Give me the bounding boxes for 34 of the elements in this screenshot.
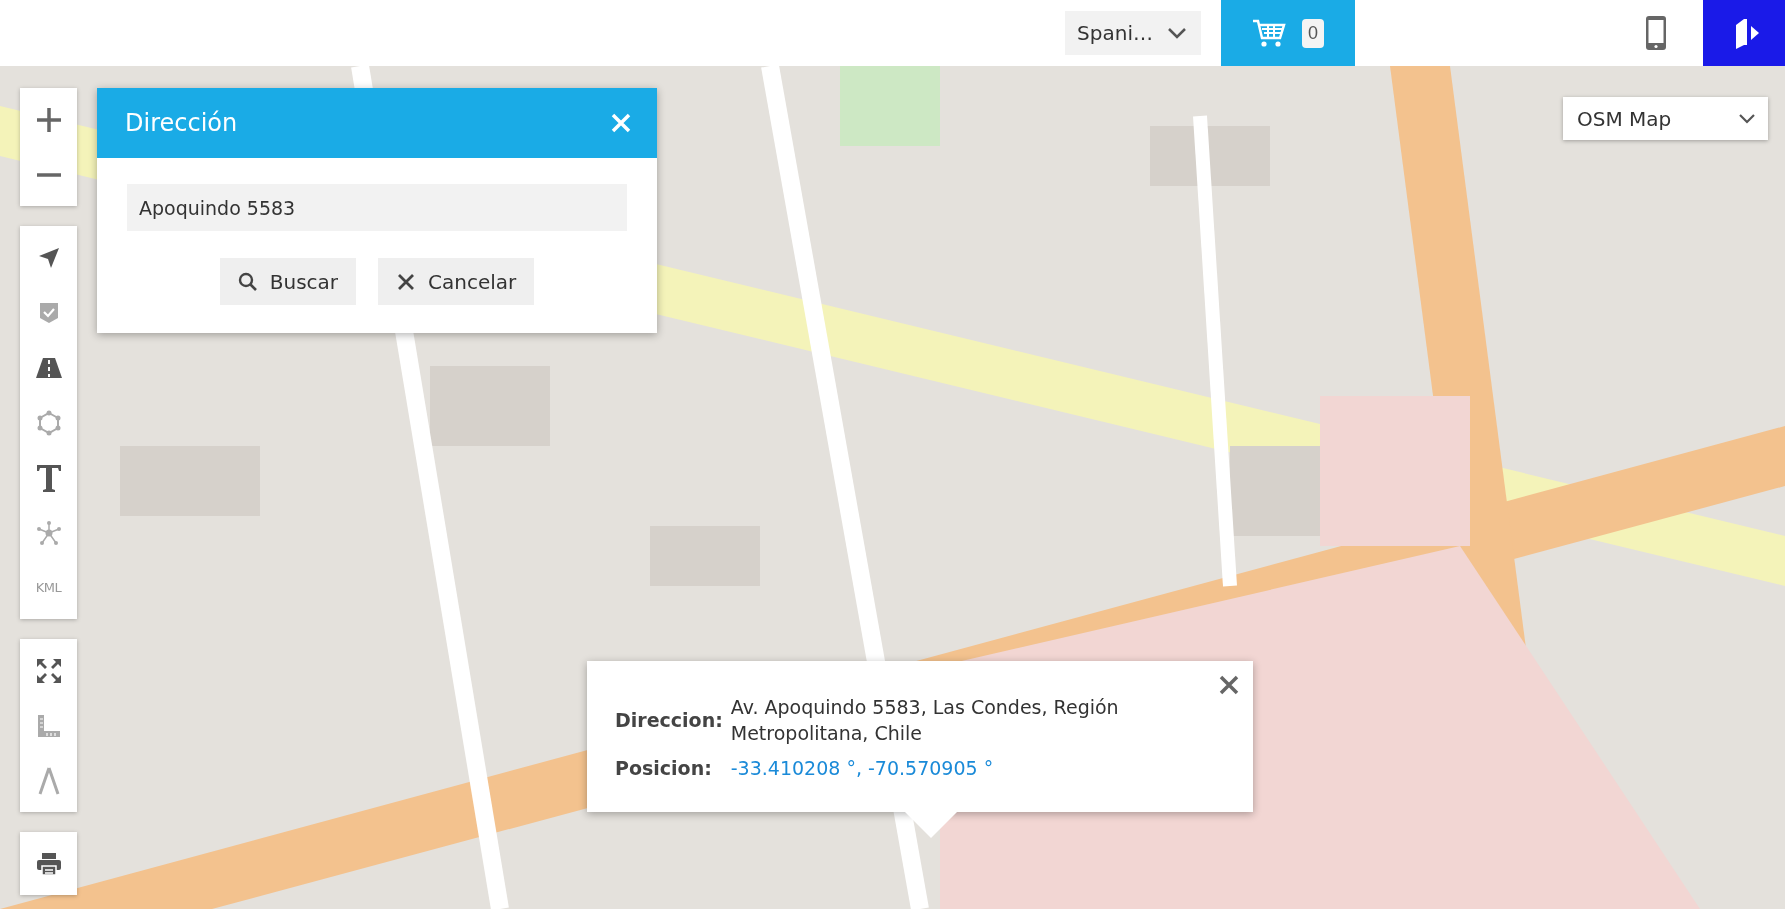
zoom-in-icon [35,106,62,133]
print-icon [35,851,62,876]
cart-icon [1252,18,1286,48]
navigation-arrow-icon [37,246,60,269]
close-icon [396,271,417,292]
compass-icon [37,766,60,795]
road-icon [35,357,62,378]
fullscreen-icon [36,658,61,683]
address-text: Av. Apoquindo 5583, Las Condes, Región Metropolitana, Chile [730,695,1120,746]
logout-button[interactable] [1703,0,1785,66]
close-button[interactable] [1219,675,1239,695]
close-icon [611,113,631,133]
search-icon [237,271,258,292]
address-input-field[interactable]: Apoquindo 5583 [127,184,627,231]
cart-count: 0 [1302,18,1324,48]
field-label: Posicion: [615,756,713,782]
search-button[interactable]: Buscar [219,258,357,305]
cart-button[interactable]: 0 [1221,0,1355,66]
zoom-out-icon [35,171,62,178]
shield-check-icon [38,301,59,324]
chevron-down-icon [1738,113,1756,124]
map-layer-select[interactable]: OSM Map [1563,97,1768,140]
language-select[interactable]: Spani… [1065,11,1201,55]
dialog-title: Dirección [125,109,238,137]
ruler-icon [36,713,61,738]
mobile-phone-icon[interactable] [1645,15,1667,51]
chevron-down-icon [1167,27,1187,39]
polygon-icon [35,409,62,436]
cancel-button[interactable]: Cancelar [378,258,535,305]
close-icon [1219,675,1239,695]
network-nodes-icon [35,519,62,546]
text-tool-icon [35,463,62,492]
field-label: Direccion: [615,707,723,733]
coordinates-link[interactable]: -33.410208 °, -70.570905 ° [730,756,1183,782]
